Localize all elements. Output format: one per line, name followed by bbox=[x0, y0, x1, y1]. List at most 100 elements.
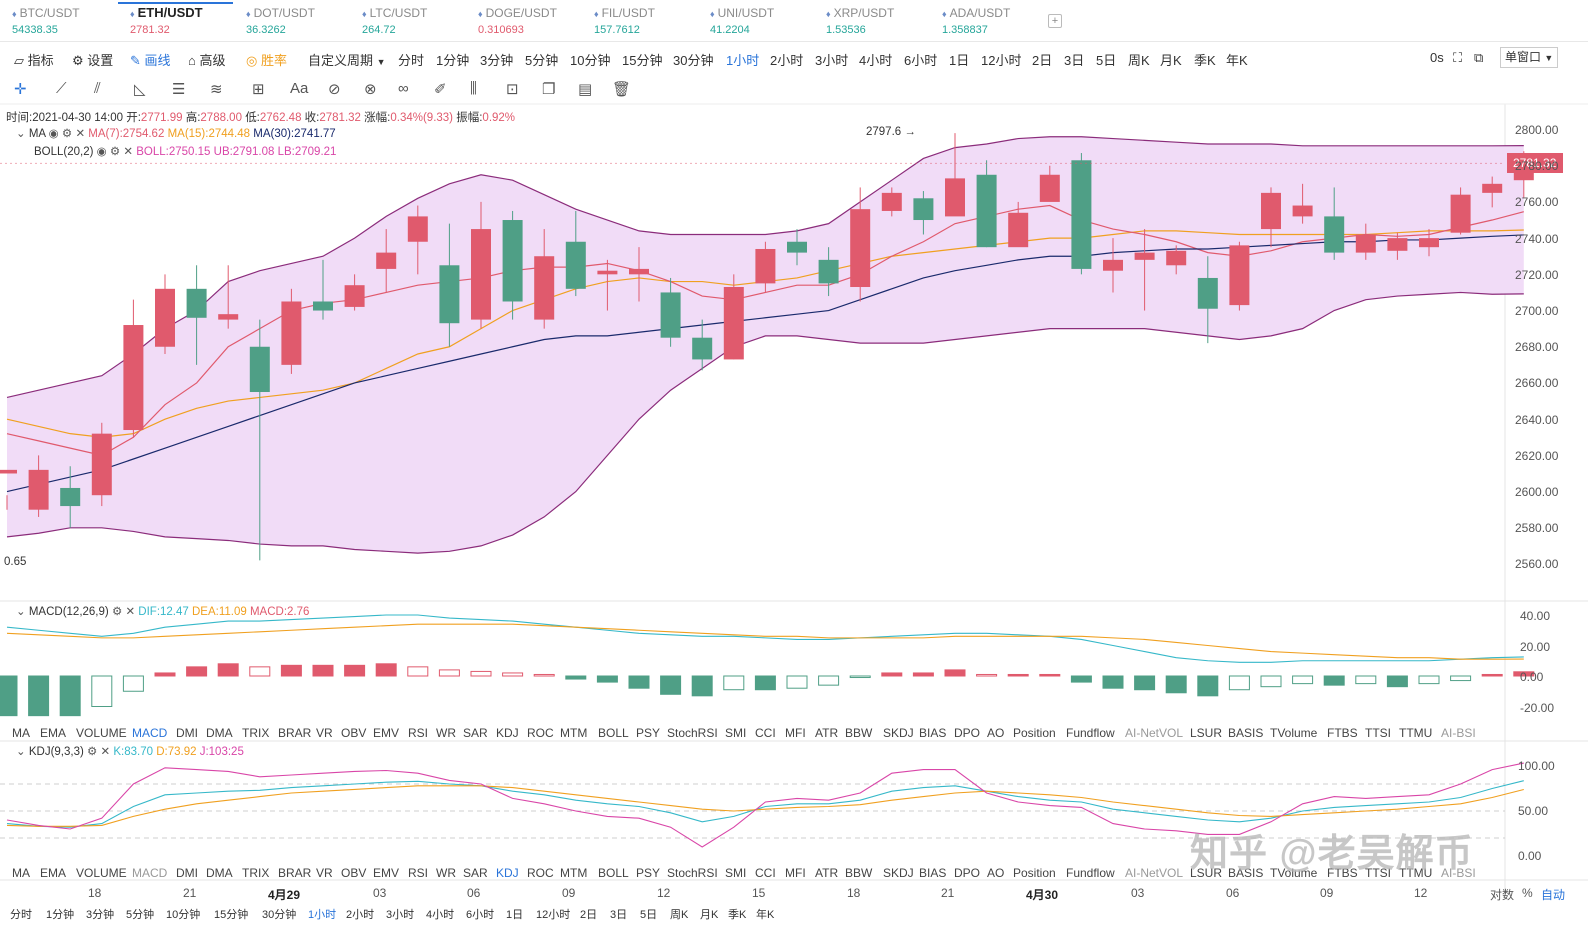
indicator-tab[interactable]: VR bbox=[316, 726, 333, 740]
indicator-tab[interactable]: MACD bbox=[132, 866, 167, 880]
indicator-tab[interactable]: ROC bbox=[527, 726, 554, 740]
indicator-tab[interactable]: AO bbox=[987, 726, 1004, 740]
indicator-tab[interactable]: MFI bbox=[785, 866, 806, 880]
indicator-tab[interactable]: CCI bbox=[755, 866, 776, 880]
collapse-icon[interactable]: ⌄ bbox=[16, 746, 26, 758]
log-scale-toggle[interactable]: 对数 bbox=[1490, 886, 1514, 903]
eye-icon[interactable]: ◉ bbox=[97, 146, 107, 158]
indicator-tab[interactable]: TVolume bbox=[1270, 726, 1317, 740]
indicator-tab[interactable]: SMI bbox=[725, 866, 746, 880]
close-icon[interactable]: ✕ bbox=[101, 746, 111, 758]
indicator-tab[interactable]: AI-BSI bbox=[1441, 726, 1476, 740]
bottom-period-option[interactable]: 4小时 bbox=[426, 906, 454, 922]
indicator-tab[interactable]: PSY bbox=[636, 726, 660, 740]
bottom-period-option[interactable]: 1日 bbox=[506, 906, 523, 922]
indicator-tab[interactable]: StochRSI bbox=[667, 866, 718, 880]
bottom-period-option[interactable]: 30分钟 bbox=[262, 906, 296, 922]
indicator-tab[interactable]: LSUR bbox=[1190, 726, 1222, 740]
indicator-tab[interactable]: VOLUME bbox=[76, 866, 127, 880]
indicator-tab[interactable]: EMV bbox=[373, 866, 399, 880]
indicator-tab[interactable]: MA bbox=[12, 726, 30, 740]
collapse-icon[interactable]: ⌄ bbox=[16, 606, 26, 618]
indicator-tab[interactable]: DPO bbox=[954, 866, 980, 880]
indicator-tab[interactable]: VR bbox=[316, 866, 333, 880]
indicator-tab[interactable]: MTM bbox=[560, 726, 587, 740]
indicator-tab[interactable]: ATR bbox=[815, 866, 838, 880]
indicator-tab[interactable]: MACD bbox=[132, 726, 167, 740]
indicator-tab[interactable]: AO bbox=[987, 866, 1004, 880]
gear-icon[interactable]: ⚙ bbox=[62, 128, 72, 140]
indicator-tab[interactable]: EMA bbox=[40, 726, 66, 740]
indicator-tab[interactable]: TTSI bbox=[1365, 726, 1391, 740]
bottom-period-option[interactable]: 1小时 bbox=[308, 906, 336, 922]
indicator-tab[interactable]: StochRSI bbox=[667, 726, 718, 740]
indicator-tab[interactable]: BASIS bbox=[1228, 726, 1263, 740]
indicator-tab[interactable]: AI-NetVOL bbox=[1125, 866, 1183, 880]
bottom-period-option[interactable]: 6小时 bbox=[466, 906, 494, 922]
indicator-tab[interactable]: Position bbox=[1013, 726, 1056, 740]
indicator-tab[interactable]: SAR bbox=[463, 726, 488, 740]
indicator-tab[interactable]: DMA bbox=[206, 866, 233, 880]
bottom-period-option[interactable]: 15分钟 bbox=[214, 906, 248, 922]
close-icon[interactable]: ✕ bbox=[125, 606, 135, 618]
bottom-period-option[interactable]: 年K bbox=[756, 906, 774, 922]
indicator-tab[interactable]: TRIX bbox=[242, 866, 269, 880]
indicator-tab[interactable]: DMA bbox=[206, 726, 233, 740]
indicator-tab[interactable]: BOLL bbox=[598, 726, 629, 740]
indicator-tab[interactable]: SKDJ bbox=[883, 726, 914, 740]
indicator-tab[interactable]: PSY bbox=[636, 866, 660, 880]
bottom-period-option[interactable]: 1分钟 bbox=[46, 906, 74, 922]
indicator-tab[interactable]: Position bbox=[1013, 866, 1056, 880]
percent-scale-toggle[interactable]: % bbox=[1522, 886, 1533, 900]
gear-icon[interactable]: ⚙ bbox=[112, 606, 122, 618]
indicator-tab[interactable]: BIAS bbox=[919, 866, 946, 880]
indicator-tab[interactable]: OBV bbox=[341, 866, 366, 880]
indicator-tab[interactable]: TRIX bbox=[242, 726, 269, 740]
close-icon[interactable]: ✕ bbox=[75, 128, 85, 140]
indicator-tab[interactable]: Fundflow bbox=[1066, 726, 1115, 740]
bottom-period-option[interactable]: 3日 bbox=[610, 906, 627, 922]
indicator-tab[interactable]: SMI bbox=[725, 726, 746, 740]
indicator-tab[interactable]: KDJ bbox=[496, 726, 519, 740]
bottom-period-option[interactable]: 3分钟 bbox=[86, 906, 114, 922]
indicator-tab[interactable]: Fundflow bbox=[1066, 866, 1115, 880]
indicator-tab[interactable]: WR bbox=[436, 866, 456, 880]
indicator-tab[interactable]: EMA bbox=[40, 866, 66, 880]
bottom-period-option[interactable]: 周K bbox=[670, 906, 688, 922]
indicator-tab[interactable]: VOLUME bbox=[76, 726, 127, 740]
indicator-tab[interactable]: FTBS bbox=[1327, 726, 1358, 740]
bottom-period-option[interactable]: 2小时 bbox=[346, 906, 374, 922]
bottom-period-option[interactable]: 季K bbox=[728, 906, 746, 922]
indicator-tab[interactable]: ATR bbox=[815, 726, 838, 740]
close-icon[interactable]: ✕ bbox=[123, 146, 133, 158]
indicator-tab[interactable]: BBW bbox=[845, 726, 872, 740]
indicator-tab[interactable]: DPO bbox=[954, 726, 980, 740]
indicator-tab[interactable]: SKDJ bbox=[883, 866, 914, 880]
eye-icon[interactable]: ◉ bbox=[49, 128, 59, 140]
auto-scale-toggle[interactable]: 自动 bbox=[1541, 886, 1565, 903]
indicator-tab[interactable]: KDJ bbox=[496, 866, 519, 880]
indicator-tab[interactable]: MFI bbox=[785, 726, 806, 740]
bottom-period-option[interactable]: 10分钟 bbox=[166, 906, 200, 922]
bottom-period-option[interactable]: 5分钟 bbox=[126, 906, 154, 922]
gear-icon[interactable]: ⚙ bbox=[110, 146, 120, 158]
bottom-period-option[interactable]: 月K bbox=[700, 906, 718, 922]
indicator-tab[interactable]: BRAR bbox=[278, 866, 311, 880]
indicator-tab[interactable]: MA bbox=[12, 866, 30, 880]
indicator-tab[interactable]: EMV bbox=[373, 726, 399, 740]
indicator-tab[interactable]: DMI bbox=[176, 866, 198, 880]
indicator-tab[interactable]: MTM bbox=[560, 866, 587, 880]
indicator-tab[interactable]: BBW bbox=[845, 866, 872, 880]
indicator-tab[interactable]: TTMU bbox=[1399, 726, 1432, 740]
indicator-tab[interactable]: ROC bbox=[527, 866, 554, 880]
gear-icon[interactable]: ⚙ bbox=[87, 746, 97, 758]
bottom-period-option[interactable]: 2日 bbox=[580, 906, 597, 922]
indicator-tab[interactable]: BOLL bbox=[598, 866, 629, 880]
indicator-tab[interactable]: WR bbox=[436, 726, 456, 740]
indicator-tab[interactable]: AI-NetVOL bbox=[1125, 726, 1183, 740]
indicator-tab[interactable]: DMI bbox=[176, 726, 198, 740]
bottom-period-option[interactable]: 12小时 bbox=[536, 906, 570, 922]
collapse-icon[interactable]: ⌄ bbox=[16, 128, 26, 140]
bottom-period-option[interactable]: 分时 bbox=[10, 906, 32, 922]
indicator-tab[interactable]: RSI bbox=[408, 866, 428, 880]
